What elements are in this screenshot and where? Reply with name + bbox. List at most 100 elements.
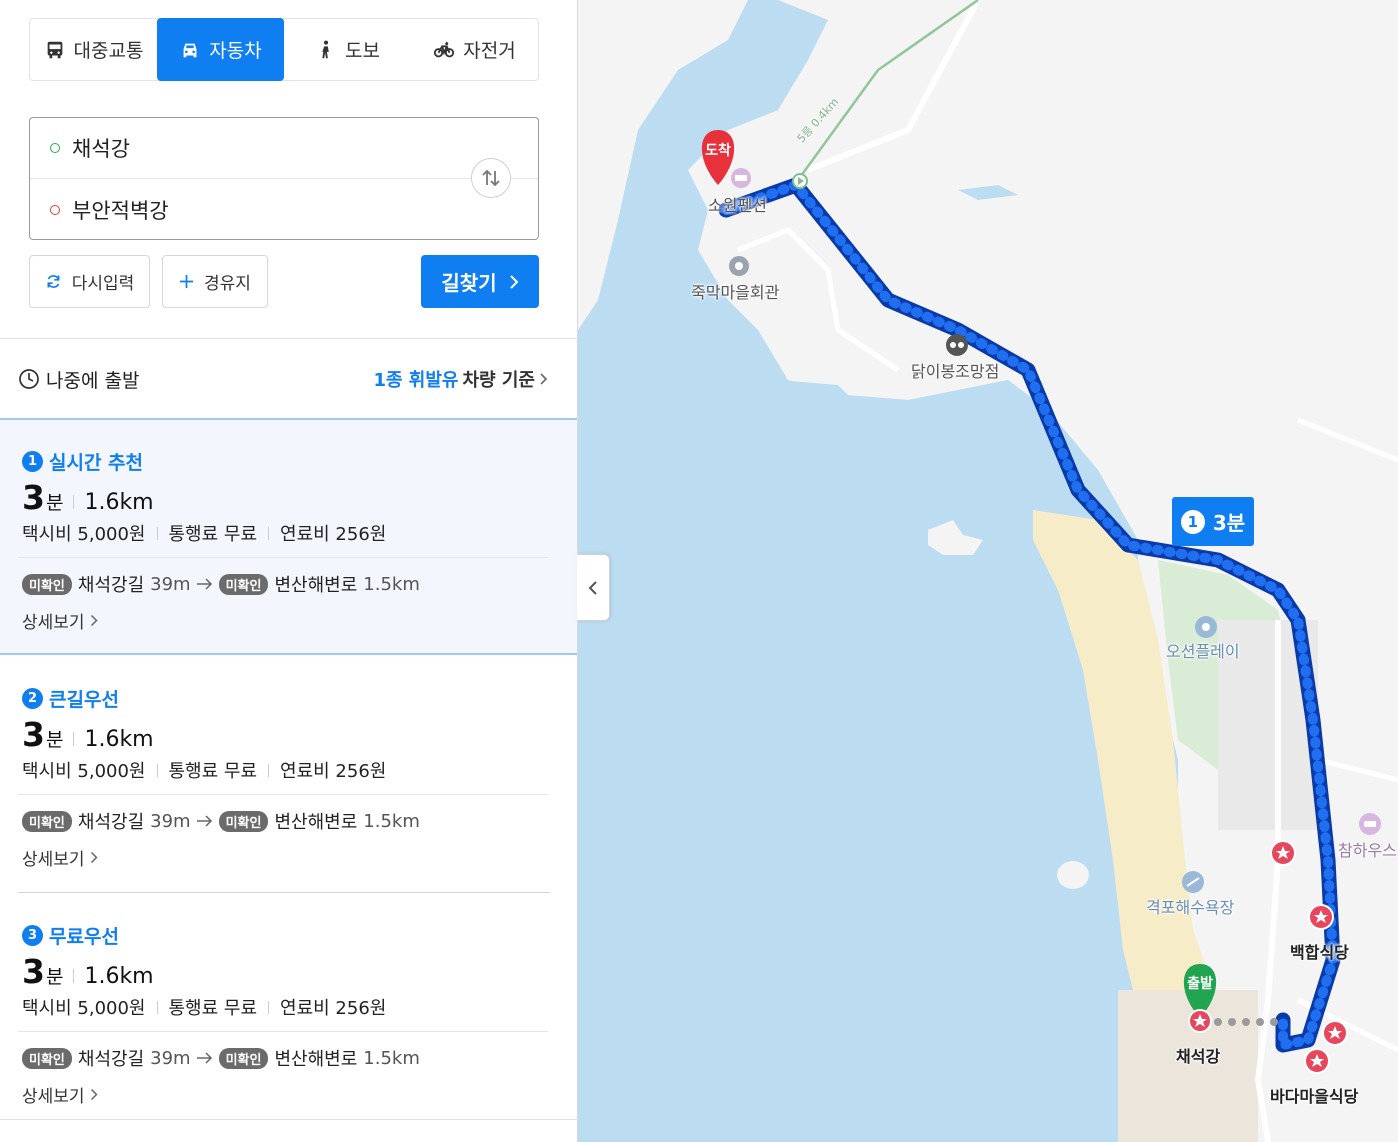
start-flag-icon <box>792 173 808 189</box>
map-label-ocean-play[interactable]: 오션플레이 <box>1166 638 1240 662</box>
status-badge: 미확인 <box>218 810 269 832</box>
fuel-cost: 연료비 256원 <box>280 524 387 545</box>
route-number-badge: 1 <box>22 451 43 472</box>
route-minutes: 3 <box>22 478 45 517</box>
lodging-poi-icon[interactable] <box>731 168 751 188</box>
route-costs: 택시비 5,000원 통행료 무료 연료비 256원 <box>22 757 386 783</box>
vehicle-type-suffix: 차량 기준 <box>462 370 535 391</box>
waypoint-label: 경유지 <box>204 274 251 294</box>
destination-field[interactable]: 부안적벽강 <box>30 179 470 240</box>
separator <box>268 526 270 540</box>
status-badge: 미확인 <box>22 810 72 832</box>
tab-label: 자동차 <box>209 40 262 62</box>
route-time-badge[interactable]: 1 3분 <box>1172 497 1254 546</box>
route-title: 1 실시간 추천 <box>22 448 143 475</box>
route-roads: 미확인 채석강길 39m 미확인 변산해변로 1.5km <box>22 571 420 597</box>
tab-bicycle[interactable]: 자전거 <box>411 19 538 80</box>
tab-walk[interactable]: 도보 <box>284 19 411 80</box>
taxi-fare: 택시비 5,000원 <box>22 524 146 545</box>
route-title: 2 큰길우선 <box>22 685 119 712</box>
route-distance: 1.6km <box>84 727 154 752</box>
separator <box>156 1000 158 1014</box>
map-view[interactable]: 도착 출발 소원펜션 죽막마을회관 닭이봉조망점 오션플레이 격포해수욕장 백합… <box>578 0 1398 1142</box>
origin-field[interactable]: 채석강 <box>30 118 538 179</box>
tab-label: 자전거 <box>463 40 516 62</box>
vehicle-type-button[interactable]: 1종 휘발유 차량 기준 <box>373 366 548 392</box>
collapse-panel-button[interactable] <box>577 554 610 621</box>
chevron-left-icon <box>588 580 597 595</box>
lodging-poi-icon[interactable] <box>1359 813 1381 835</box>
clock-icon <box>19 369 39 389</box>
road-distance: 1.5km <box>363 810 420 832</box>
park-poi-icon[interactable] <box>1195 616 1217 638</box>
departure-pin-label: 출발 <box>1187 975 1213 991</box>
restaurant-marker-icon[interactable] <box>1308 904 1334 930</box>
map-label-chaeseokgang[interactable]: 채석강 <box>1176 1043 1220 1067</box>
road-distance: 1.5km <box>363 1047 420 1069</box>
building-poi-icon[interactable] <box>729 256 749 276</box>
separator <box>268 1000 270 1014</box>
add-waypoint-button[interactable]: 경유지 <box>162 255 268 308</box>
origin-dot-icon <box>50 143 60 153</box>
route-distance: 1.6km <box>84 964 154 989</box>
chevron-right-icon <box>509 274 519 289</box>
map-canvas: 도착 출발 <box>578 0 1398 1142</box>
taxi-fare: 택시비 5,000원 <box>22 998 146 1019</box>
route-detail-link[interactable]: 상세보기 <box>22 845 98 870</box>
departure-options-row: 나중에 출발 1종 휘발유 차량 기준 <box>18 364 548 394</box>
route-time-distance: 3 분 1.6km <box>22 715 154 754</box>
toll-fee: 통행료 무료 <box>168 761 258 782</box>
map-label-observatory[interactable]: 닭이봉조망점 <box>911 358 999 382</box>
swap-button[interactable] <box>471 158 511 198</box>
map-label-chamhouse[interactable]: 참하우스 <box>1338 837 1397 861</box>
separator <box>156 763 158 777</box>
route-number-badge: 3 <box>22 925 43 946</box>
route-number-badge: 2 <box>22 688 43 709</box>
tab-car[interactable]: 자동차 <box>157 18 284 81</box>
toll-fee: 통행료 무료 <box>168 998 258 1019</box>
road-name: 채석강길 <box>77 1049 145 1070</box>
divider <box>18 557 548 558</box>
transport-mode-tabs: 대중교통 자동차 도보 자전거 <box>29 18 539 81</box>
route-number-badge: 1 <box>1180 509 1205 534</box>
detail-label: 상세보기 <box>22 1087 85 1107</box>
reset-button[interactable]: 다시입력 <box>29 255 150 308</box>
status-badge: 미확인 <box>218 573 269 595</box>
arrow-right-icon <box>196 578 212 590</box>
route-card-2[interactable]: 2 큰길우선 3 분 1.6km 택시비 5,000원 통행료 무료 연료비 2… <box>0 657 577 894</box>
beach-poi-icon[interactable] <box>1182 871 1204 893</box>
arrival-pin-label: 도착 <box>705 142 731 158</box>
route-distance: 1.6km <box>84 490 154 515</box>
tab-public-transit[interactable]: 대중교통 <box>30 19 157 80</box>
restaurant-marker-icon[interactable] <box>1322 1020 1348 1046</box>
directions-panel: 대중교통 자동차 도보 자전거 채석강 부안적벽강 다시입력 경유지 길찾기 나… <box>0 0 578 1142</box>
road-distance: 39m <box>150 810 191 832</box>
restaurant-marker-icon[interactable] <box>1304 1048 1330 1074</box>
reset-label: 다시입력 <box>71 274 135 294</box>
route-detail-link[interactable]: 상세보기 <box>22 608 98 633</box>
road-name: 변산해변로 <box>274 812 358 833</box>
route-minutes: 3 <box>22 952 45 991</box>
map-label-pension[interactable]: 소원펜션 <box>708 192 767 216</box>
map-label-village-hall[interactable]: 죽막마을회관 <box>691 279 779 303</box>
route-costs: 택시비 5,000원 통행료 무료 연료비 256원 <box>22 520 386 546</box>
fuel-cost: 연료비 256원 <box>280 998 387 1019</box>
route-costs: 택시비 5,000원 통행료 무료 연료비 256원 <box>22 994 386 1020</box>
map-label-baekhap[interactable]: 백합식당 <box>1290 939 1349 963</box>
tab-label: 도보 <box>345 40 380 62</box>
route-card-3[interactable]: 3 무료우선 3 분 1.6km 택시비 5,000원 통행료 무료 연료비 2… <box>0 894 577 1131</box>
route-type-label: 큰길우선 <box>49 689 119 711</box>
search-route-button[interactable]: 길찾기 <box>421 255 539 308</box>
bus-icon <box>47 41 62 58</box>
observatory-poi-icon[interactable] <box>946 334 968 356</box>
route-card-1[interactable]: 1 실시간 추천 3 분 1.6km 택시비 5,000원 통행료 무료 연료비… <box>0 418 577 655</box>
restaurant-marker-icon[interactable] <box>1270 840 1296 866</box>
map-label-bada[interactable]: 바다마을식당 <box>1270 1083 1358 1107</box>
depart-later-button[interactable]: 나중에 출발 <box>18 366 139 393</box>
road-name: 변산해변로 <box>274 1049 358 1070</box>
status-badge: 미확인 <box>22 573 72 595</box>
chevron-right-icon <box>90 851 98 864</box>
map-label-beach[interactable]: 격포해수욕장 <box>1146 894 1234 918</box>
route-detail-link[interactable]: 상세보기 <box>22 1082 98 1107</box>
route-minutes-unit: 분 <box>45 492 64 514</box>
